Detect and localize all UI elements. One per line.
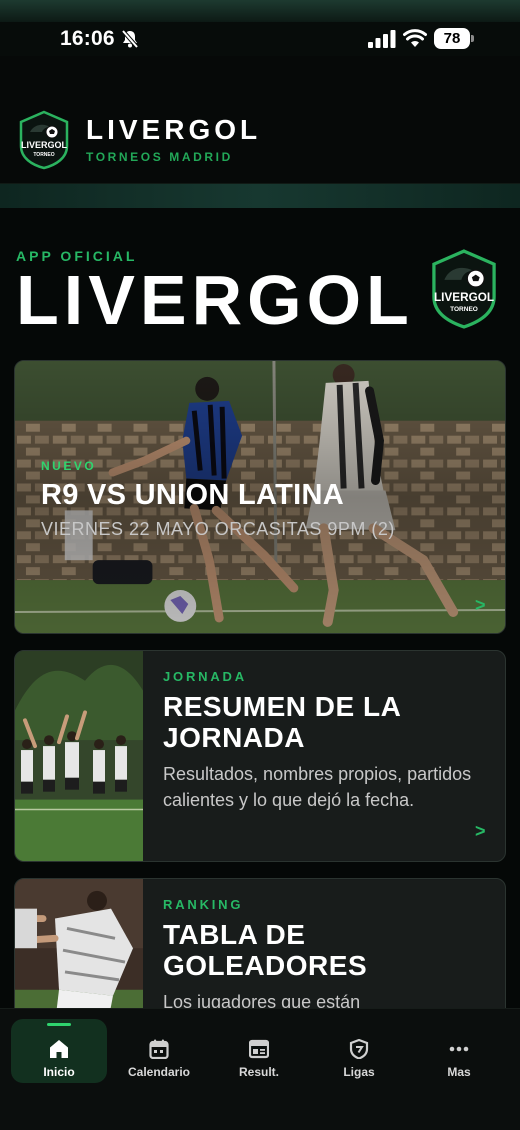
header-title: LIVERGOL — [86, 114, 262, 145]
nav-label-calendario: Calendario — [127, 1065, 190, 1079]
shield-icon — [349, 1039, 369, 1059]
top-strip — [0, 0, 520, 22]
bottom-navigation: Inicio Calendario Result. Ligas Mas — [0, 1008, 520, 1130]
calendar-icon — [149, 1039, 169, 1059]
jornada-description: Resultados, nombres propios, partidos ca… — [163, 764, 472, 810]
scorers-ranking-card[interactable]: RANKING TABLA DE GOLEADORES Los jugadore… — [14, 878, 506, 1008]
active-tab-indicator — [47, 1023, 71, 1026]
battery-indicator: 78 — [434, 28, 474, 49]
home-icon — [50, 1040, 68, 1058]
ranking-card-body: RANKING TABLA DE GOLEADORES Los jugadore… — [163, 897, 483, 1008]
jornada-title: RESUMEN DE LA JORNADA — [163, 691, 401, 753]
jornada-thumbnail — [15, 651, 143, 861]
chevron-right-icon[interactable]: > — [475, 595, 486, 616]
chevron-right-icon[interactable]: > — [475, 821, 486, 842]
featured-match-title: R9 VS UNION LATINA — [41, 479, 344, 511]
ranking-title: TABLA DE GOLEADORES — [163, 919, 368, 981]
header-logo-subtext: TORNEO — [33, 152, 54, 158]
ranking-tag: RANKING — [163, 897, 244, 912]
nav-item-resultados[interactable]: Result. — [211, 1019, 307, 1083]
ranking-description: Los jugadores que están — [163, 992, 361, 1008]
nav-label-ligas: Ligas — [343, 1065, 375, 1079]
hero-logo-text: LIVERGOL — [434, 291, 494, 304]
hero-logo: LIVERGOL TORNEO — [432, 249, 496, 329]
jornada-card-body: JORNADA RESUMEN DE LA JORNADA Resultados… — [163, 669, 483, 813]
nav-label-inicio: Inicio — [43, 1065, 75, 1079]
status-bar: 16:06 78 — [0, 22, 520, 56]
header-subtitle: TORNEOS MADRID — [86, 150, 233, 164]
jornada-tag: JORNADA — [163, 669, 247, 684]
hero-logo-subtext: TORNEO — [450, 306, 478, 313]
app-header: LIVERGOL TORNEO LIVERGOL TORNEOS MADRID — [0, 56, 520, 184]
signal-icon — [368, 30, 396, 48]
featured-match-card[interactable]: NUEVO R9 VS UNION LATINA VIERNES 22 MAYO… — [14, 360, 506, 634]
nav-label-resultados: Result. — [238, 1065, 279, 1079]
jornada-summary-card[interactable]: JORNADA RESUMEN DE LA JORNADA Resultados… — [14, 650, 506, 862]
header-band — [0, 184, 520, 208]
status-time: 16:06 — [60, 27, 115, 50]
nav-item-calendario[interactable]: Calendario — [111, 1019, 207, 1083]
ranking-thumbnail — [15, 879, 143, 1008]
header-logo-text: LIVERGOL — [21, 140, 68, 150]
nav-item-mas[interactable]: Mas — [411, 1019, 507, 1083]
bell-muted-icon — [121, 29, 139, 49]
home-content[interactable]: APP OFICIAL LIVERGOL LIVERGOL TORNEO NUE… — [0, 208, 520, 1008]
livergol-logo[interactable]: LIVERGOL TORNEO — [18, 110, 70, 170]
featured-match-text: NUEVO R9 VS UNION LATINA VIERNES 22 MAYO… — [41, 459, 395, 540]
nav-item-ligas[interactable]: Ligas — [311, 1019, 407, 1083]
more-icon — [449, 1046, 469, 1052]
nav-label-mas: Mas — [447, 1065, 471, 1079]
hero-title: LIVERGOL — [16, 261, 414, 339]
wifi-icon — [403, 29, 427, 47]
results-icon — [249, 1039, 269, 1059]
featured-match-details: VIERNES 22 MAYO ORCASITAS 9PM (2) — [41, 519, 395, 539]
nav-item-inicio[interactable]: Inicio — [11, 1019, 107, 1083]
featured-tag: NUEVO — [41, 459, 97, 473]
